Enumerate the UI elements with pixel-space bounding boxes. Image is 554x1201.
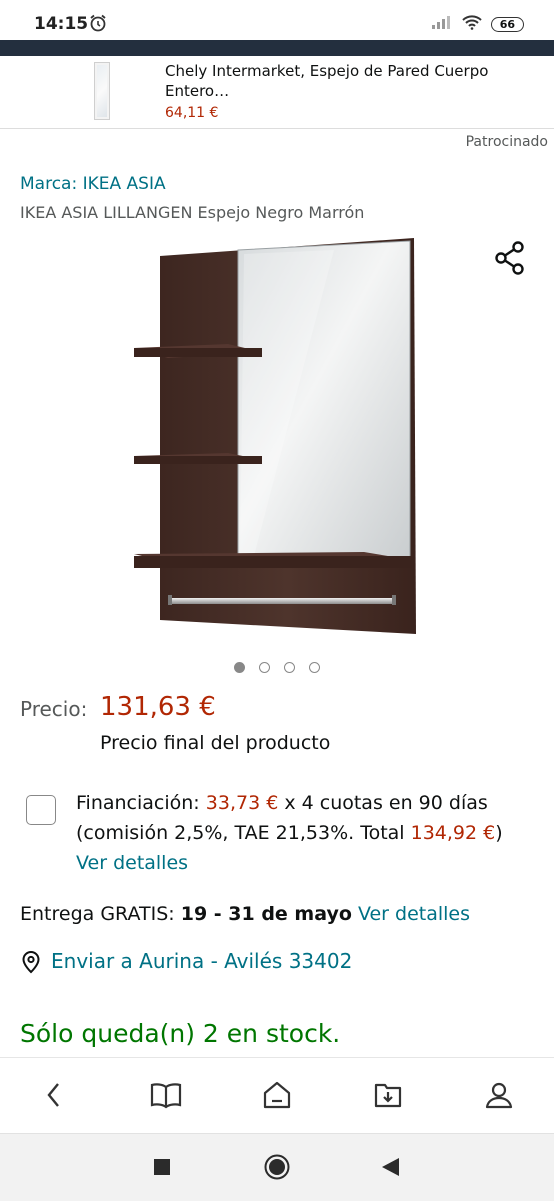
back-icon[interactable] (36, 1077, 72, 1113)
financing-checkbox[interactable] (26, 795, 56, 825)
product-title: IKEA ASIA LILLANGEN Espejo Negro Marrón (20, 203, 365, 222)
delivery-prefix: Entrega GRATIS: (20, 903, 181, 925)
account-icon[interactable] (481, 1077, 517, 1113)
ad-title[interactable]: Chely Intermarket, Espejo de Pared Cuerp… (165, 61, 495, 101)
signal-icon (431, 14, 453, 34)
carousel-dot[interactable] (284, 662, 295, 673)
financing-suffix: ) (495, 822, 503, 844)
price-value: 131,63 € (100, 692, 216, 722)
back-triangle-icon[interactable] (382, 1158, 400, 1180)
price-note: Precio final del producto (100, 732, 331, 754)
delivery-dates: 19 - 31 de mayo (180, 903, 352, 925)
ad-product-thumbnail[interactable] (94, 62, 110, 120)
recents-icon[interactable] (154, 1159, 170, 1179)
carousel-dot[interactable] (234, 662, 245, 673)
ship-to-location-link[interactable]: Enviar a Aurina - Avilés 33402 (51, 949, 352, 973)
financing-prefix: Financiación: (76, 792, 206, 814)
stock-status: Sólo queda(n) 2 en stock. (20, 1019, 341, 1048)
home-circle-icon[interactable] (264, 1154, 290, 1184)
home-icon[interactable] (259, 1077, 295, 1113)
status-icons: 66 (431, 14, 524, 34)
share-icon[interactable] (494, 241, 526, 279)
delivery-info: Entrega GRATIS: 19 - 31 de mayo Ver deta… (20, 903, 470, 925)
financing-text: Financiación: 33,73 € x 4 cuotas en 90 d… (76, 788, 526, 878)
sponsored-label[interactable]: Patrocinado (466, 134, 548, 150)
product-image[interactable] (134, 236, 420, 640)
location-pin-icon[interactable] (20, 950, 42, 978)
delivery-details-link[interactable]: Ver detalles (358, 903, 470, 925)
status-time: 14:15 (34, 14, 89, 34)
wifi-icon (461, 14, 483, 34)
book-icon[interactable] (148, 1077, 184, 1113)
image-carousel-dots[interactable] (0, 662, 554, 673)
header-strip (0, 40, 554, 56)
download-icon[interactable] (370, 1077, 406, 1113)
brand-link[interactable]: Marca: IKEA ASIA (20, 174, 166, 194)
ad-price: 64,11 € (165, 105, 219, 121)
financing-details-link[interactable]: Ver detalles (76, 852, 188, 874)
financing-total: 134,92 € (410, 822, 496, 844)
battery-icon: 66 (490, 16, 524, 32)
alarm-icon (88, 13, 108, 37)
price-label: Precio: (20, 697, 88, 721)
financing-installment: 33,73 € (205, 792, 279, 814)
carousel-dot[interactable] (309, 662, 320, 673)
carousel-dot[interactable] (259, 662, 270, 673)
